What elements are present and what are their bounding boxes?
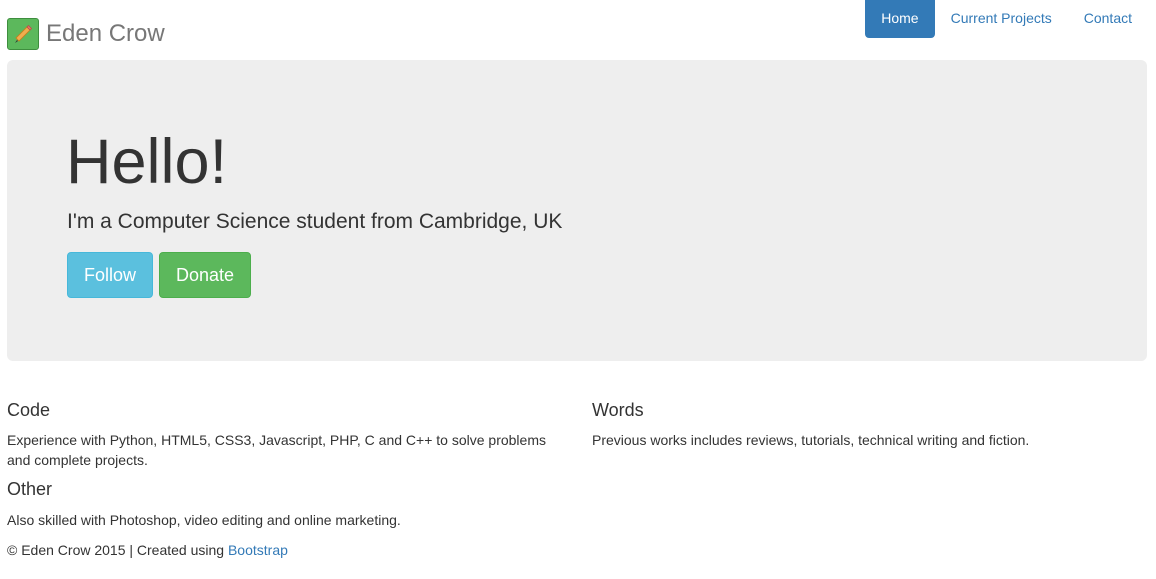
code-text: Experience with Python, HTML5, CSS3, Jav… xyxy=(7,432,546,468)
jumbotron: Hello! I'm a Computer Science student fr… xyxy=(7,60,1147,361)
donate-button[interactable]: Donate xyxy=(159,252,251,298)
nav-home[interactable]: Home xyxy=(865,0,935,38)
nav-current-projects[interactable]: Current Projects xyxy=(935,0,1068,38)
words-heading: Words xyxy=(592,400,644,420)
other-text: Also skilled with Photoshop, video editi… xyxy=(7,512,401,528)
follow-button[interactable]: Follow xyxy=(67,252,153,298)
pencil-icon xyxy=(7,18,39,50)
nav-menu: Home Current Projects Contact xyxy=(865,0,1148,38)
footer-text: © Eden Crow 2015 | Created using xyxy=(7,542,228,558)
bootstrap-link[interactable]: Bootstrap xyxy=(228,542,288,558)
brand-name: Eden Crow xyxy=(46,20,165,47)
footer: © Eden Crow 2015 | Created using Bootstr… xyxy=(7,542,288,558)
hero-subtitle: I'm a Computer Science student from Camb… xyxy=(67,210,563,233)
other-heading: Other xyxy=(7,479,53,499)
brand[interactable]: Eden Crow xyxy=(7,18,165,50)
navbar: Eden Crow Home Current Projects Contact xyxy=(0,0,1156,60)
code-heading: Code xyxy=(7,400,51,420)
words-text: Previous works includes reviews, tutoria… xyxy=(592,432,1030,448)
hero-title: Hello! xyxy=(66,127,228,197)
nav-contact[interactable]: Contact xyxy=(1068,0,1148,38)
